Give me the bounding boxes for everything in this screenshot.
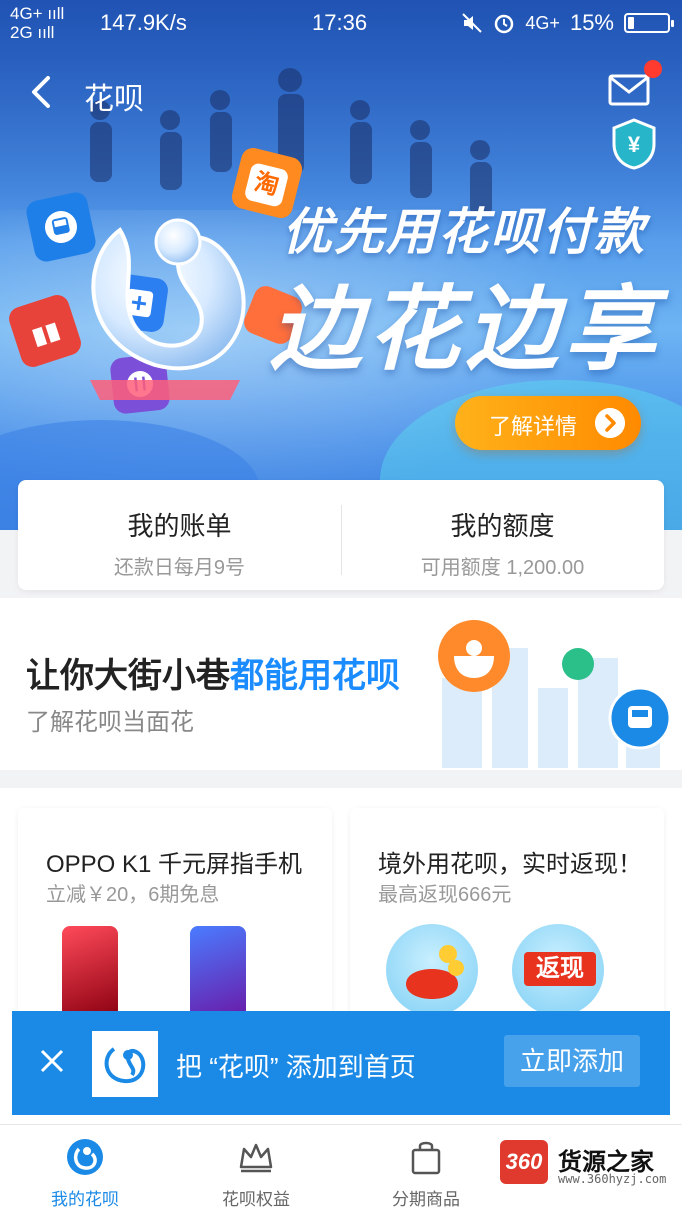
tab-installment-goods[interactable]: 分期商品 [341,1125,511,1212]
promo-subtitle: 了解花呗当面花 [26,709,194,736]
shopping-bag-icon [411,1141,441,1175]
crown-icon [239,1143,273,1173]
my-bill-entry[interactable]: 我的账单 还款日每月9号 [18,480,341,590]
alarm-icon [495,14,514,34]
mute-icon [462,13,483,33]
offline-pay-promo[interactable]: 让你大街小巷都能用花呗 了解花呗当面花 [0,598,682,770]
tab-benefits[interactable]: 花呗权益 [171,1125,341,1212]
account-card: 我的账单 还款日每月9号 我的额度 可用额度 1,200.00 [18,480,664,590]
product-subtitle: 最高返现666元 [378,884,512,906]
chevron-right-icon [595,408,625,438]
svg-text:¥: ¥ [628,132,641,157]
add-to-home-message: 把 “花呗” 添加到首页 [176,1052,416,1082]
network-line-2: 2G ııll [10,23,55,42]
add-now-button[interactable]: 立即添加 [504,1035,640,1087]
cashback-label: 返现 [524,952,596,986]
product-card-oppo[interactable]: OPPO K1 千元屏指手机 立减￥20，6期免息 [18,808,332,1018]
product-card-overseas[interactable]: 境外用花呗，实时返现！ 最高返现666元 返现 [350,808,664,1018]
banner-headline: 优先用花呗付款 [282,204,646,260]
yuan-shield-icon[interactable]: ¥ [610,118,658,170]
status-bar: 4G+ ııll 2G ııll 147.9K/s 17:36 4G+ 15% [0,0,682,46]
watermark-badge: 360 [500,1140,548,1184]
status-time: 17:36 [312,10,368,35]
promo-title: 让你大街小巷都能用花呗 [26,648,400,697]
huabei-tab-icon [67,1139,103,1175]
promo-title-highlight: 都能用花呗 [230,657,400,695]
bill-due-date: 还款日每月9号 [113,557,246,579]
mail-icon[interactable] [608,74,650,106]
huabei-app-icon [92,1031,158,1097]
status-right: 4G+ 15% [461,10,674,36]
available-quota: 可用额度 1,200.00 [420,557,585,579]
huabei-3d-logo [90,218,246,400]
my-quota-entry[interactable]: 我的额度 可用额度 1,200.00 [341,480,664,590]
product-title: 境外用花呗，实时返现！ [378,851,642,878]
network-line-1: 4G+ ııll [10,4,65,23]
watermark-url: www.360hyzj.com [558,1172,667,1186]
battery-percent: 15% [569,10,614,35]
product-subtitle: 立减￥20，6期免息 [46,884,220,906]
banner-slogan: 边花边享 [270,279,663,381]
product-title: OPPO K1 千元屏指手机 [46,851,303,878]
learn-more-label: 了解详情 [489,414,578,439]
back-arrow-icon[interactable] [28,74,58,110]
watermark-logo: 360 货源之家 www.360hyzj.com [500,1140,682,1190]
quota-title: 我的额度 [450,511,555,541]
network-indicator: 4G+ ııll 2G ııll [10,4,64,42]
money-bag-image [386,924,478,1016]
add-to-home-banner: 把 “花呗” 添加到首页 立即添加 [12,1011,670,1115]
notification-badge [644,60,662,78]
promo-title-plain: 让你大街小巷 [26,657,230,695]
top-nav: 花呗 [0,60,682,124]
bill-title: 我的账单 [127,511,232,541]
tab-label: 分期商品 [392,1190,460,1209]
battery-fill [628,17,634,29]
phone-image-red [62,926,118,1018]
network-type-right: 4G+ [525,12,560,33]
phone-image-blue [190,926,246,1018]
tab-my-huabei[interactable]: 我的花呗 [0,1125,170,1212]
cashback-badge: 返现 [512,924,604,1016]
page-title: 花呗 [84,83,144,116]
close-icon[interactable] [38,1047,66,1075]
battery-icon [624,13,674,33]
tab-label: 花呗权益 [222,1190,290,1209]
learn-more-button[interactable]: 了解详情 [455,396,641,450]
tab-label: 我的花呗 [51,1190,119,1209]
network-speed: 147.9K/s [100,10,187,35]
city-illustration [438,620,672,768]
